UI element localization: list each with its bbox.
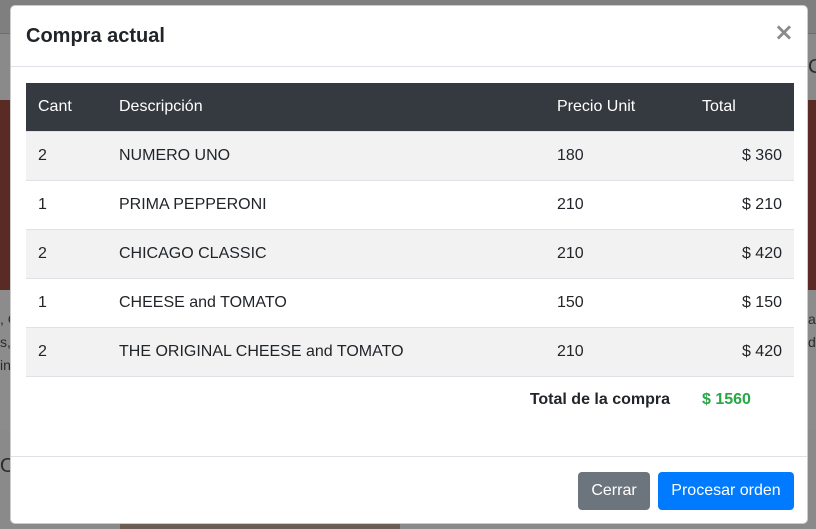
background-text-fragment: C	[808, 56, 816, 78]
cell-unit-price: 150	[557, 293, 584, 311]
cell-unit-price: 210	[557, 195, 584, 213]
cell-quantity: 2	[38, 244, 47, 262]
background-text-fragment: a	[808, 311, 816, 327]
background-card-image-right	[808, 100, 816, 290]
cell-total: $ 150	[741, 293, 782, 311]
order-table: Cant Descripción Precio Unit Total 2 NUM…	[26, 83, 794, 424]
modal-title: Compra actual	[26, 25, 165, 47]
total-row: Total de la compra $ 1560	[26, 376, 794, 424]
cell-unit-price: 180	[557, 146, 584, 164]
cell-total: $ 420	[741, 342, 782, 360]
background-text-fragment: d	[808, 334, 816, 350]
background-card-image-left	[0, 100, 10, 290]
current-purchase-modal: Compra actual × Cant Descripción Precio …	[10, 5, 808, 524]
close-button[interactable]: Cerrar	[578, 472, 650, 510]
cell-description: CHICAGO CLASSIC	[119, 244, 267, 262]
purchase-total-value: $ 1560	[702, 391, 751, 409]
table-row: 1 CHEESE and TOMATO 150 $ 150	[26, 278, 794, 327]
cell-total: $ 360	[741, 146, 782, 164]
cell-total: $ 210	[741, 195, 782, 213]
cell-total: $ 420	[741, 244, 782, 262]
cell-description: CHEESE and TOMATO	[119, 293, 287, 311]
modal-body: Cant Descripción Precio Unit Total 2 NUM…	[26, 83, 794, 424]
purchase-total-label: Total de la compra	[529, 391, 670, 409]
cell-unit-price: 210	[557, 342, 584, 360]
table-row: 1 PRIMA PEPPERONI 210 $ 210	[26, 180, 794, 229]
table-header: Cant Descripción Precio Unit Total	[26, 83, 794, 131]
column-header-description: Descripción	[119, 97, 203, 115]
column-header-quantity: Cant	[38, 97, 72, 115]
cell-quantity: 2	[38, 146, 47, 164]
table-row: 2 NUMERO UNO 180 $ 360	[26, 131, 794, 180]
column-header-unit-price: Precio Unit	[557, 97, 636, 115]
table-row: 2 THE ORIGINAL CHEESE and TOMATO 210 $ 4…	[26, 327, 794, 376]
cell-quantity: 2	[38, 342, 47, 360]
table-row: 2 CHICAGO CLASSIC 210 $ 420	[26, 229, 794, 278]
modal-header: Compra actual ×	[11, 6, 807, 67]
modal-footer: Cerrar Procesar orden	[11, 456, 807, 523]
cell-quantity: 1	[38, 195, 47, 213]
column-header-total: Total	[702, 97, 736, 115]
cell-description: PRIMA PEPPERONI	[119, 195, 267, 213]
process-order-button[interactable]: Procesar orden	[658, 472, 794, 510]
table-footer: Total de la compra $ 1560	[26, 376, 794, 424]
table-body: 2 NUMERO UNO 180 $ 360 1 PRIMA PEPPERONI…	[26, 131, 794, 376]
cell-quantity: 1	[38, 293, 47, 311]
cell-unit-price: 210	[557, 244, 584, 262]
close-icon[interactable]: ×	[774, 20, 794, 44]
cell-description: THE ORIGINAL CHEESE and TOMATO	[119, 342, 404, 360]
cell-description: NUMERO UNO	[119, 146, 231, 164]
